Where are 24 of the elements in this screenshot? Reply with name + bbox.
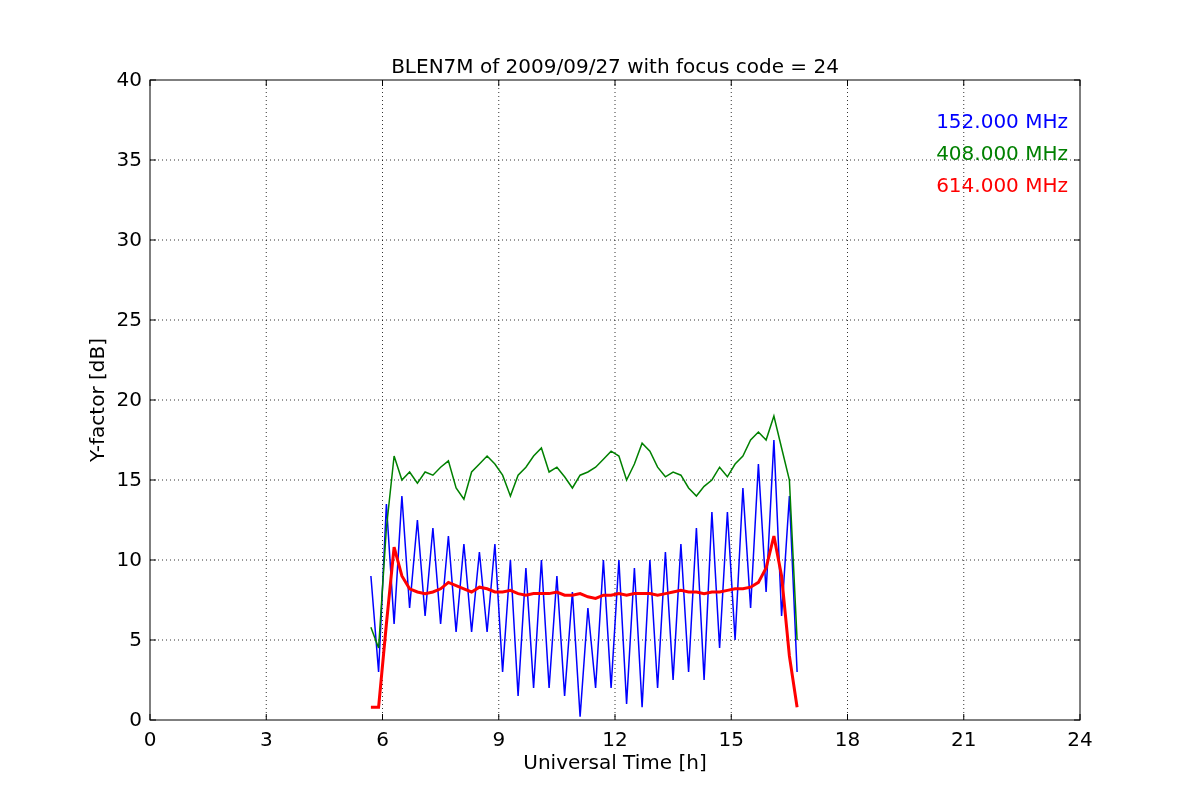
y-tick-label: 20 <box>116 387 142 411</box>
y-tick-label: 0 <box>129 707 142 731</box>
x-tick-label: 9 <box>492 727 506 751</box>
y-axis-label: Y-factor [dB] <box>85 338 109 462</box>
y-tick-label: 30 <box>116 227 142 251</box>
legend-label: 408.000 MHz <box>936 141 1068 165</box>
x-tick-label: 24 <box>1067 727 1093 751</box>
x-tick-label: 12 <box>602 727 628 751</box>
y-tick-label: 35 <box>116 147 142 171</box>
chart-title: BLEN7M of 2009/09/27 with focus code = 24 <box>391 54 839 78</box>
legend-label: 152.000 MHz <box>936 109 1068 133</box>
y-tick-label: 40 <box>116 67 142 91</box>
y-tick-label: 15 <box>116 467 142 491</box>
x-tick-label: 3 <box>259 727 273 751</box>
x-tick-label: 21 <box>951 727 977 751</box>
y-tick-label: 5 <box>129 627 142 651</box>
x-tick-label: 15 <box>718 727 744 751</box>
legend-label: 614.000 MHz <box>936 173 1068 197</box>
x-tick-label: 0 <box>143 727 157 751</box>
x-tick-label: 6 <box>376 727 389 751</box>
y-tick-label: 10 <box>116 547 142 571</box>
x-tick-label: 18 <box>834 727 861 751</box>
y-tick-label: 25 <box>116 307 142 331</box>
x-axis-label: Universal Time [h] <box>523 750 707 774</box>
